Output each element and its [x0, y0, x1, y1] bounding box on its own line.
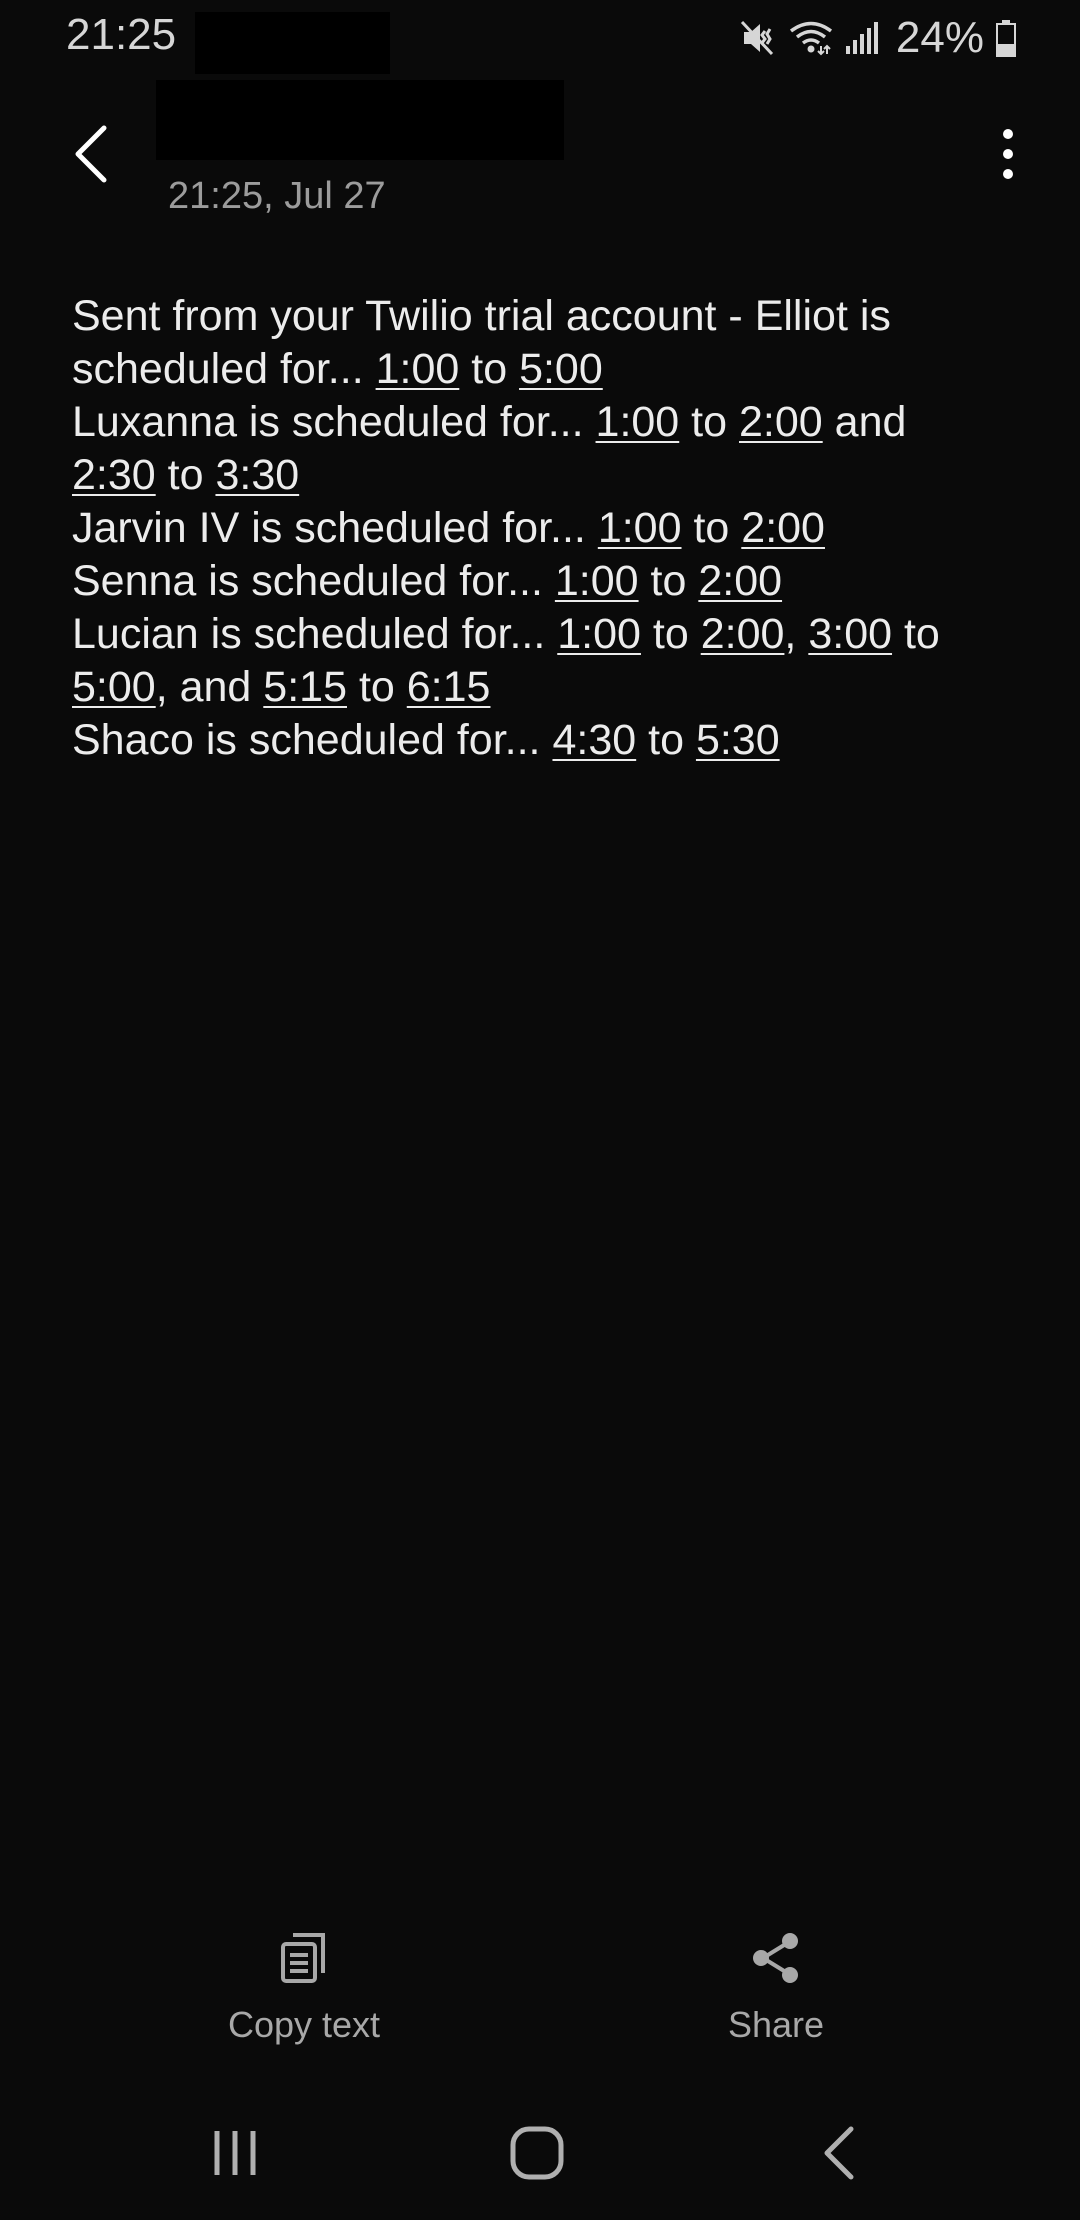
message-text: to — [636, 716, 696, 764]
time-link[interactable]: 1:00 — [557, 610, 641, 658]
back-icon — [821, 2125, 857, 2186]
time-link[interactable]: 5:00 — [519, 345, 603, 393]
more-options-button[interactable] — [980, 120, 1036, 192]
message-text: to — [155, 451, 216, 499]
copy-text-label: Copy text — [227, 2004, 381, 2045]
status-bar: 21:25 24% — [0, 0, 1080, 74]
wifi-icon — [788, 18, 834, 58]
message-line: Shaco is scheduled for... 4:30 to 5:30 — [72, 714, 1012, 767]
time-link[interactable]: 4:30 — [552, 716, 636, 764]
time-link[interactable]: 5:15 — [263, 663, 347, 711]
time-link[interactable]: 2:00 — [739, 398, 823, 446]
message-text: to — [638, 557, 699, 605]
mute-icon — [738, 18, 778, 58]
battery-icon — [994, 18, 1018, 58]
back-button[interactable] — [58, 118, 122, 194]
message-text: to — [347, 663, 407, 711]
time-link[interactable]: 1:00 — [376, 345, 460, 393]
message-line: 2:30 to 3:30 — [72, 449, 1012, 502]
message-line: Lucian is scheduled for... 1:00 to 2:00,… — [72, 608, 1012, 661]
message-text: Shaco is scheduled for... — [72, 716, 553, 764]
recents-icon — [209, 2127, 261, 2184]
home-icon — [509, 2125, 565, 2186]
time-link[interactable]: 1:00 — [555, 557, 639, 605]
message-text: to — [679, 398, 739, 446]
time-link[interactable]: 3:00 — [808, 610, 892, 658]
share-icon — [749, 1930, 803, 1991]
message-text: Senna is scheduled for... — [72, 557, 555, 605]
copy-text-button[interactable]: Copy text — [184, 1928, 424, 2046]
message-text: , — [784, 610, 809, 658]
time-link[interactable]: 2:00 — [698, 557, 782, 605]
more-vertical-icon — [1000, 126, 1016, 187]
message-text: , and — [155, 663, 264, 711]
message-text: to — [640, 610, 701, 658]
nav-back-button[interactable] — [794, 2110, 884, 2200]
time-link[interactable]: 2:30 — [72, 451, 156, 499]
message-text: Lucian is scheduled for... — [72, 610, 558, 658]
message-line: Senna is scheduled for... 1:00 to 2:00 — [72, 555, 1012, 608]
message-line: Jarvin IV is scheduled for... 1:00 to 2:… — [72, 502, 1012, 555]
share-label: Share — [727, 2004, 825, 2045]
message-body: Sent from your Twilio trial account - El… — [72, 290, 1012, 767]
message-text: and — [822, 398, 907, 446]
time-link[interactable]: 1:00 — [596, 398, 680, 446]
time-link[interactable]: 1:00 — [598, 504, 682, 552]
message-timestamp: 21:25, Jul 27 — [168, 175, 386, 217]
time-link[interactable]: 2:00 — [741, 504, 825, 552]
message-text: Luxanna is scheduled for... — [72, 398, 596, 446]
chevron-left-icon — [70, 124, 110, 189]
message-text: Jarvin IV is scheduled for... — [72, 504, 598, 552]
message-line: scheduled for... 1:00 to 5:00 — [72, 343, 1012, 396]
message-text: scheduled for... — [72, 345, 376, 393]
share-button[interactable]: Share — [656, 1928, 896, 2046]
message-text: to — [681, 504, 742, 552]
status-icons: 24% — [738, 12, 1018, 64]
copy-text-icon — [279, 1931, 329, 1990]
signal-icon — [844, 18, 880, 58]
redacted-block — [195, 12, 390, 74]
time-link[interactable]: 5:00 — [72, 663, 156, 711]
message-text: to — [892, 610, 940, 658]
nav-recents-button[interactable] — [190, 2110, 280, 2200]
time-link[interactable]: 6:15 — [407, 663, 491, 711]
time-link[interactable]: 5:30 — [696, 716, 780, 764]
message-line: Luxanna is scheduled for... 1:00 to 2:00… — [72, 396, 1012, 449]
message-text: to — [459, 345, 520, 393]
message-line: 5:00, and 5:15 to 6:15 — [72, 661, 1012, 714]
message-line: Sent from your Twilio trial account - El… — [72, 290, 1012, 343]
status-time: 21:25 — [66, 10, 177, 59]
redacted-contact-name — [156, 80, 564, 160]
message-text: Sent from your Twilio trial account - El… — [72, 292, 891, 340]
battery-percent: 24% — [895, 13, 984, 62]
navigation-bar — [0, 2080, 1080, 2220]
nav-home-button[interactable] — [492, 2110, 582, 2200]
time-link[interactable]: 3:30 — [215, 451, 299, 499]
time-link[interactable]: 2:00 — [701, 610, 785, 658]
